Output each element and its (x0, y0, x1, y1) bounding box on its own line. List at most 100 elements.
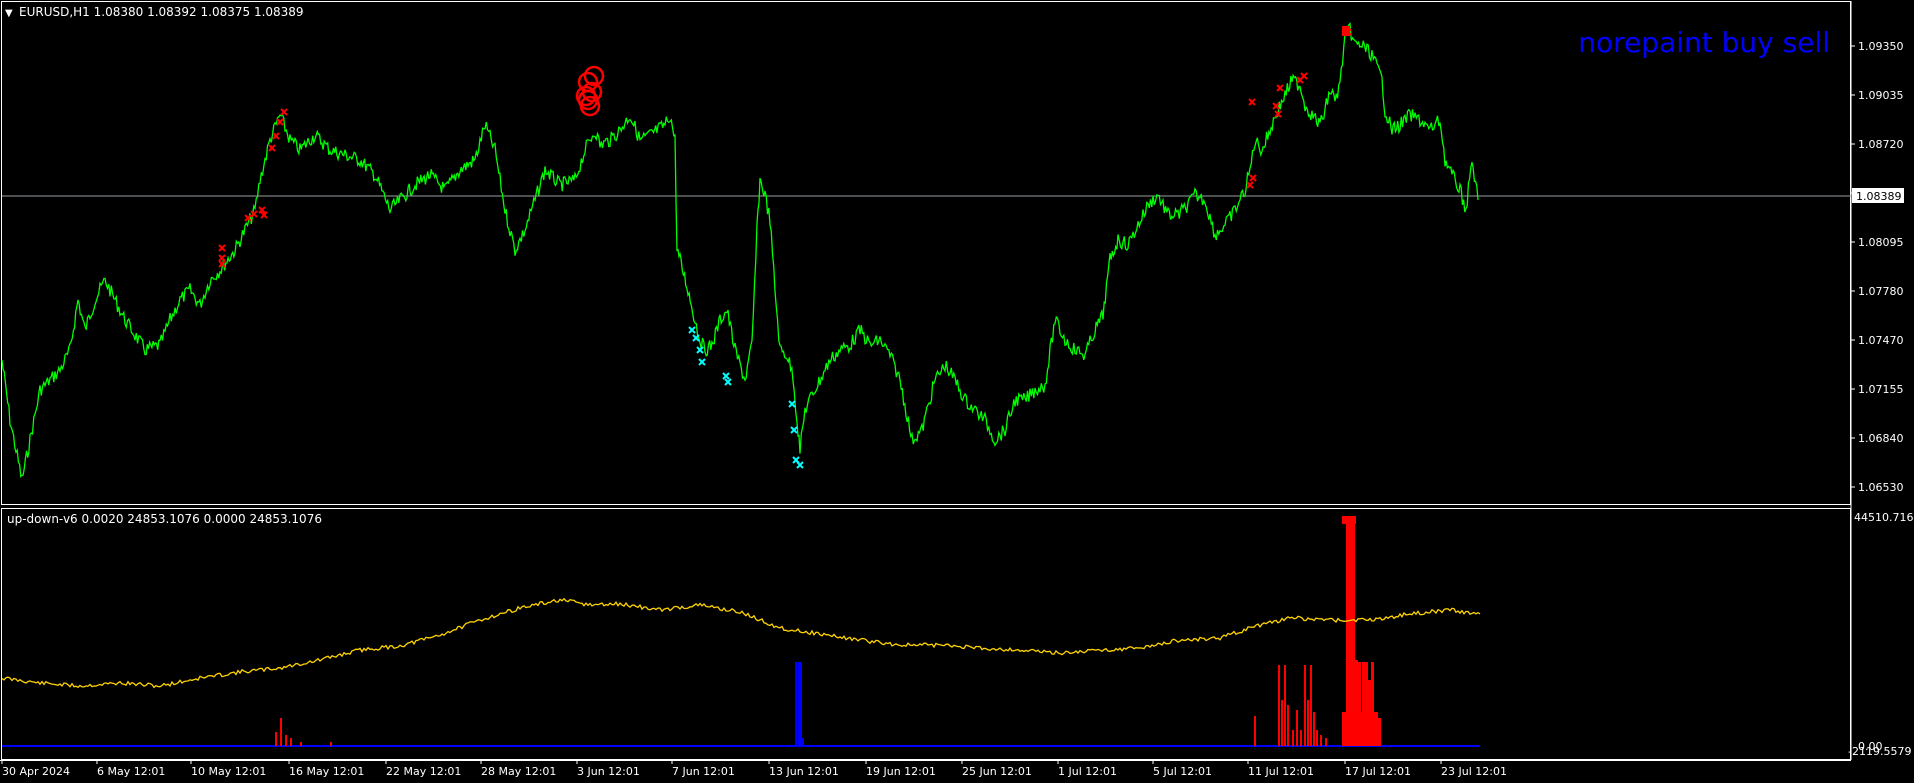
histogram-bar (1352, 712, 1354, 746)
indicator-line (1, 597, 1481, 689)
signal-x-marker (218, 254, 226, 262)
signal-square-marker (1342, 26, 1350, 36)
histogram-bar (1300, 730, 1302, 746)
current-price-label: 1.08389 (1856, 190, 1902, 203)
time-tick-label: 23 Jul 12:01 (1441, 765, 1507, 778)
histogram-bar (1368, 712, 1370, 746)
time-tick-label: 7 Jun 12:01 (672, 765, 735, 778)
symbol-info: EURUSD,H1 1.08380 1.08392 1.08375 1.0838… (19, 5, 304, 19)
watermark-text: norepaint buy sell (1578, 26, 1830, 59)
signal-x-marker (1248, 98, 1256, 106)
chart-window[interactable]: 1.093501.090351.087201.084051.080951.077… (0, 0, 1914, 783)
time-tick-label: 30 Apr 2024 (2, 765, 70, 778)
histogram-bar (1350, 712, 1352, 746)
histogram-cap (1342, 516, 1356, 524)
price-tick-label: 1.08095 (1858, 236, 1904, 249)
histogram-bar (1296, 710, 1298, 746)
time-tick-label: 10 May 12:01 (191, 765, 266, 778)
indicator-histogram (275, 516, 1381, 746)
time-tick-label: 19 Jun 12:01 (866, 765, 936, 778)
time-tick-label: 11 Jul 12:01 (1248, 765, 1314, 778)
time-axis: 30 Apr 2024 6 May 12:01 10 May 12:01 16 May… (1, 760, 1507, 778)
price-axis: 1.093501.090351.087201.084051.080951.077… (1851, 40, 1904, 494)
chart-menu-arrow[interactable]: ▼ (5, 8, 13, 19)
histogram-bar (1344, 712, 1346, 746)
signal-markers (218, 26, 1352, 469)
signal-x-marker (796, 461, 804, 469)
histogram-bar (280, 718, 282, 746)
time-tick-label: 25 Jun 12:01 (962, 765, 1032, 778)
histogram-bar (300, 742, 302, 746)
histogram-bar (1354, 712, 1356, 746)
histogram-bar (800, 662, 802, 746)
signal-x-marker (724, 378, 732, 386)
histogram-bar (1370, 712, 1372, 746)
histogram-bar (290, 738, 292, 746)
histogram-bar (330, 742, 332, 746)
signal-x-marker (1249, 174, 1257, 182)
signal-x-marker (790, 426, 798, 434)
price-panel-frame (1, 1, 1851, 505)
price-tick-label: 1.06840 (1858, 432, 1904, 445)
price-tick-label: 1.07780 (1858, 285, 1904, 298)
histogram-bar (1348, 712, 1350, 746)
histogram-bar (1376, 712, 1378, 746)
price-tick-label: 1.08720 (1858, 138, 1904, 151)
histogram-bar (1287, 705, 1289, 746)
histogram-bar (1374, 712, 1376, 746)
signal-x-marker (268, 144, 276, 152)
time-tick-label: 3 Jun 12:01 (577, 765, 640, 778)
histogram-bar (1356, 712, 1358, 746)
signal-x-marker (688, 326, 696, 334)
signal-x-marker (250, 210, 258, 218)
indicator-panel-frame (1, 508, 1851, 760)
histogram-bar (1278, 665, 1280, 746)
indicator-max-label: 44510.716 (1854, 511, 1914, 524)
histogram-bar (1284, 665, 1286, 746)
signal-x-marker (1246, 181, 1254, 189)
time-tick-label: 5 Jul 12:01 (1153, 765, 1212, 778)
histogram-bar (1281, 700, 1283, 746)
histogram-bar (1358, 712, 1360, 746)
time-tick-label: 28 May 12:01 (481, 765, 556, 778)
histogram-bar (1342, 712, 1344, 746)
price-tick-label: 1.06530 (1858, 481, 1904, 494)
time-tick-label: 22 May 12:01 (386, 765, 461, 778)
signal-x-marker (722, 372, 730, 380)
time-tick-label: 1 Jul 12:01 (1058, 765, 1117, 778)
time-tick-label: 17 Jul 12:01 (1345, 765, 1411, 778)
histogram-bar (1304, 665, 1306, 746)
histogram-bar (1364, 712, 1366, 746)
indicator-min-label: -2119.5579 (1848, 745, 1911, 758)
histogram-bar (1310, 665, 1312, 746)
histogram-bar (1325, 738, 1327, 746)
signal-x-marker (272, 132, 280, 140)
histogram-bar (1316, 730, 1318, 746)
histogram-bar (1366, 712, 1368, 746)
signal-x-marker (696, 346, 704, 354)
price-tick-label: 1.07470 (1858, 334, 1904, 347)
time-tick-label: 6 May 12:01 (97, 765, 165, 778)
signal-x-marker (788, 400, 796, 408)
signal-x-marker (276, 118, 284, 126)
histogram-bar (1254, 716, 1256, 746)
histogram-bar (798, 662, 800, 746)
indicator-info: up-down-v6 0.0020 24853.1076 0.0000 2485… (7, 512, 322, 526)
signal-x-marker (218, 244, 226, 252)
histogram-bar (1372, 712, 1374, 746)
histogram-bar (1346, 712, 1348, 746)
histogram-bar (1360, 712, 1362, 746)
histogram-bar (1313, 712, 1315, 746)
price-tick-label: 1.09350 (1858, 40, 1904, 53)
price-tick-label: 1.07155 (1858, 383, 1904, 396)
histogram-bar (1307, 700, 1309, 746)
histogram-bar (1320, 735, 1322, 746)
signal-x-marker (698, 358, 706, 366)
histogram-bar (795, 662, 797, 746)
signal-x-marker (1272, 102, 1280, 110)
signal-x-marker (280, 108, 288, 116)
histogram-bar (285, 735, 287, 746)
time-tick-label: 16 May 12:01 (289, 765, 364, 778)
histogram-bar (1292, 730, 1294, 746)
histogram-bar (275, 732, 277, 746)
